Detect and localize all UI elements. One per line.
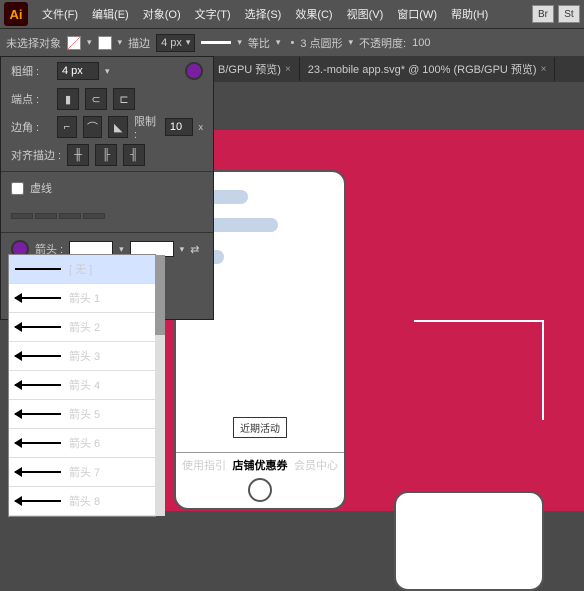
gap-input[interactable]	[83, 213, 105, 219]
corner-label: 边角 :	[11, 119, 51, 135]
uniform-label: 等比	[248, 35, 270, 51]
document-tab[interactable]: B/GPU 预览)×	[210, 57, 300, 81]
dropdown-item-arrow[interactable]: 箭头 5	[9, 400, 155, 429]
dropdown-item-arrow[interactable]: 箭头 6	[9, 429, 155, 458]
menu-help[interactable]: 帮助(H)	[445, 2, 494, 26]
menu-view[interactable]: 视图(V)	[341, 2, 390, 26]
menu-object[interactable]: 对象(O)	[137, 2, 187, 26]
menu-effect[interactable]: 效果(C)	[289, 2, 338, 26]
menu-select[interactable]: 选择(S)	[239, 2, 288, 26]
dropdown-item-arrow[interactable]: 箭头 7	[9, 458, 155, 487]
gap-input[interactable]	[35, 213, 57, 219]
dropdown-item-arrow[interactable]: 箭头 3	[9, 342, 155, 371]
canvas[interactable]: 近期活动 使用指引 店铺优惠券 会员中心	[162, 130, 584, 511]
weight-label: 粗细 :	[11, 63, 51, 79]
dash-input[interactable]	[11, 213, 33, 219]
dashed-checkbox[interactable]	[11, 182, 24, 195]
align-inside-button[interactable]: ╟	[95, 144, 117, 166]
app-logo: Ai	[4, 2, 28, 26]
align-outside-button[interactable]: ╢	[123, 144, 145, 166]
corner-miter-button[interactable]: ⌐	[57, 116, 77, 138]
menu-file[interactable]: 文件(F)	[36, 2, 84, 26]
cap-square-button[interactable]: ⊏	[113, 88, 135, 110]
menu-edit[interactable]: 编辑(E)	[86, 2, 135, 26]
phone-tab: 会员中心	[288, 453, 344, 476]
dash-input[interactable]	[59, 213, 81, 219]
activity-label: 近期活动	[233, 417, 287, 438]
dashed-label: 虚线	[30, 180, 52, 196]
artboard-phone[interactable]	[394, 491, 544, 591]
close-icon[interactable]: ×	[285, 64, 291, 75]
opacity-label: 不透明度:	[359, 35, 406, 51]
limit-input[interactable]: 10	[165, 118, 193, 136]
swap-icon[interactable]: ⇄	[190, 243, 199, 256]
control-bar: 未选择对象 ▾ ▾ 描边 4 px▾ ▾ 等比▾ • 3 点圆形▾ 不透明度: …	[0, 28, 584, 56]
chevron-down-icon[interactable]: ▾	[87, 37, 92, 48]
phone-tabbar: 使用指引 店铺优惠券 会员中心	[176, 452, 344, 476]
selection-status: 未选择对象	[6, 35, 61, 51]
document-tab[interactable]: 23.-mobile app.svg* @ 100% (RGB/GPU 预览)×	[300, 57, 556, 81]
stock-badge[interactable]: St	[558, 5, 580, 23]
stroke-weight-select[interactable]: 4 px▾	[156, 34, 195, 52]
menu-window[interactable]: 窗口(W)	[391, 2, 443, 26]
dropdown-item-arrow[interactable]: 箭头 2	[9, 313, 155, 342]
corner-round-button[interactable]: ⌒	[83, 116, 103, 138]
stroke-style-preview[interactable]	[201, 41, 231, 44]
path-angle[interactable]	[414, 320, 544, 420]
dropdown-item-arrow[interactable]: 箭头 8	[9, 487, 155, 516]
cap-label: 端点 :	[11, 91, 51, 107]
stroke-swatch[interactable]	[98, 36, 112, 50]
stroke-label: 描边	[128, 35, 150, 51]
menu-type[interactable]: 文字(T)	[189, 2, 237, 26]
close-icon[interactable]: ×	[541, 64, 547, 75]
corner-bevel-button[interactable]: ◣	[108, 116, 128, 138]
cap-round-button[interactable]: ⊂	[85, 88, 107, 110]
dropdown-item-arrow[interactable]: 箭头 4	[9, 371, 155, 400]
fill-swatch[interactable]	[67, 36, 81, 50]
opacity-value[interactable]: 100	[412, 37, 430, 49]
cap-butt-button[interactable]: ▮	[57, 88, 79, 110]
scrollbar[interactable]	[155, 255, 165, 516]
weight-input[interactable]: 4 px	[57, 62, 99, 80]
phone-tab: 使用指引	[176, 453, 232, 476]
menu-bar: Ai 文件(F) 编辑(E) 对象(O) 文字(T) 选择(S) 效果(C) 视…	[0, 0, 584, 28]
phone-tab: 店铺优惠券	[232, 453, 288, 476]
limit-label: 限制 :	[134, 113, 159, 141]
bridge-badge[interactable]: Br	[532, 5, 554, 23]
dropdown-item-arrow[interactable]: 箭头 1	[9, 284, 155, 313]
dropdown-item-none[interactable]: [ 无 ]	[9, 255, 155, 284]
chevron-down-icon[interactable]: ▾	[118, 37, 123, 48]
color-indicator[interactable]	[185, 62, 203, 80]
cap-label: 3 点圆形	[300, 35, 342, 51]
home-button-icon	[248, 478, 272, 502]
arrowhead-dropdown: [ 无 ] 箭头 1 箭头 2 箭头 3 箭头 4 箭头 5 箭头 6 箭头 7…	[8, 254, 156, 517]
align-center-button[interactable]: ╫	[67, 144, 89, 166]
align-label: 对齐描边 :	[11, 147, 61, 163]
